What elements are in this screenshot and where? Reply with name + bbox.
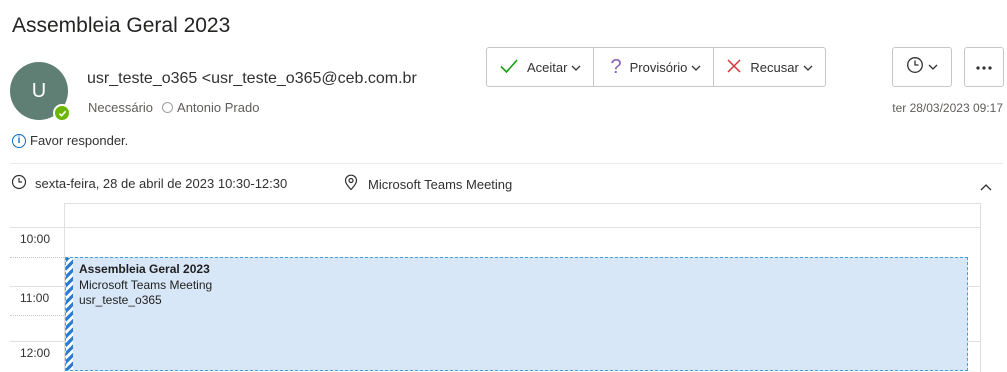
attendees-row: Necessário Antonio Prado xyxy=(88,100,259,115)
chevron-down-icon xyxy=(691,60,701,75)
presence-available-icon xyxy=(53,104,71,122)
calendar-header-cell xyxy=(64,203,981,227)
more-icon xyxy=(975,58,993,76)
accept-button[interactable]: Aceitar xyxy=(487,48,595,86)
event-title: Assembleia Geral 2023 xyxy=(79,262,210,276)
time-label: 10:00 xyxy=(20,232,51,246)
more-actions-button[interactable] xyxy=(964,47,1004,87)
meeting-location-text[interactable]: Microsoft Teams Meeting xyxy=(368,177,512,192)
meeting-title: Assembleia Geral 2023 xyxy=(12,14,231,37)
attendee-status-icon xyxy=(162,102,174,113)
decline-button[interactable]: Recusar xyxy=(714,48,824,86)
event-details: Assembleia Geral 2023 Microsoft Teams Me… xyxy=(79,262,212,309)
time-label: 11:00 xyxy=(20,291,50,305)
tentative-label: Provisório xyxy=(629,59,688,75)
question-icon: ? xyxy=(610,56,622,78)
chevron-up-icon xyxy=(980,178,992,195)
meeting-when-text: sexta-feira, 28 de abril de 2023 10:30-1… xyxy=(35,176,288,191)
calendar-grid-line xyxy=(980,203,981,372)
clock-icon xyxy=(11,174,35,193)
chevron-down-icon xyxy=(803,60,813,75)
chevron-down-icon xyxy=(928,58,938,76)
calendar-event[interactable]: Assembleia Geral 2023 Microsoft Teams Me… xyxy=(65,257,968,371)
response-bar: Aceitar ? Provisório Recusar xyxy=(486,47,826,87)
collapse-button[interactable] xyxy=(980,178,992,196)
divider xyxy=(10,163,1003,164)
avatar-initial: U xyxy=(31,79,47,102)
attendee-name[interactable]: Antonio Prado xyxy=(177,100,259,115)
half-hour-line xyxy=(10,315,64,316)
event-organizer: usr_teste_o365 xyxy=(79,293,162,307)
sender-name[interactable]: usr_teste_o365 <usr_teste_o365@ceb.com.b… xyxy=(87,70,417,88)
info-text: Favor responder. xyxy=(30,133,129,148)
half-hour-line xyxy=(10,257,64,258)
check-icon xyxy=(499,58,519,77)
time-label: 12:00 xyxy=(20,346,51,360)
tentative-button[interactable]: ? Provisório xyxy=(594,48,715,86)
sent-date: ter 28/03/2023 09:17 xyxy=(892,101,1003,115)
meeting-when: sexta-feira, 28 de abril de 2023 10:30-1… xyxy=(11,174,287,193)
clock-icon xyxy=(906,56,924,79)
location-pin-icon xyxy=(344,174,368,194)
hour-line xyxy=(10,227,981,228)
info-bar: i Favor responder. xyxy=(12,133,128,148)
accept-label: Aceitar xyxy=(527,59,568,75)
propose-time-button[interactable] xyxy=(892,47,952,87)
tentative-stripe xyxy=(66,258,73,370)
x-icon xyxy=(726,58,742,77)
event-location: Microsoft Teams Meeting xyxy=(79,277,213,292)
meeting-location: Microsoft Teams Meeting xyxy=(344,174,512,194)
chevron-down-icon xyxy=(571,60,581,75)
required-label: Necessário xyxy=(88,100,154,115)
info-icon: i xyxy=(12,133,26,148)
decline-label: Recusar xyxy=(750,59,799,75)
